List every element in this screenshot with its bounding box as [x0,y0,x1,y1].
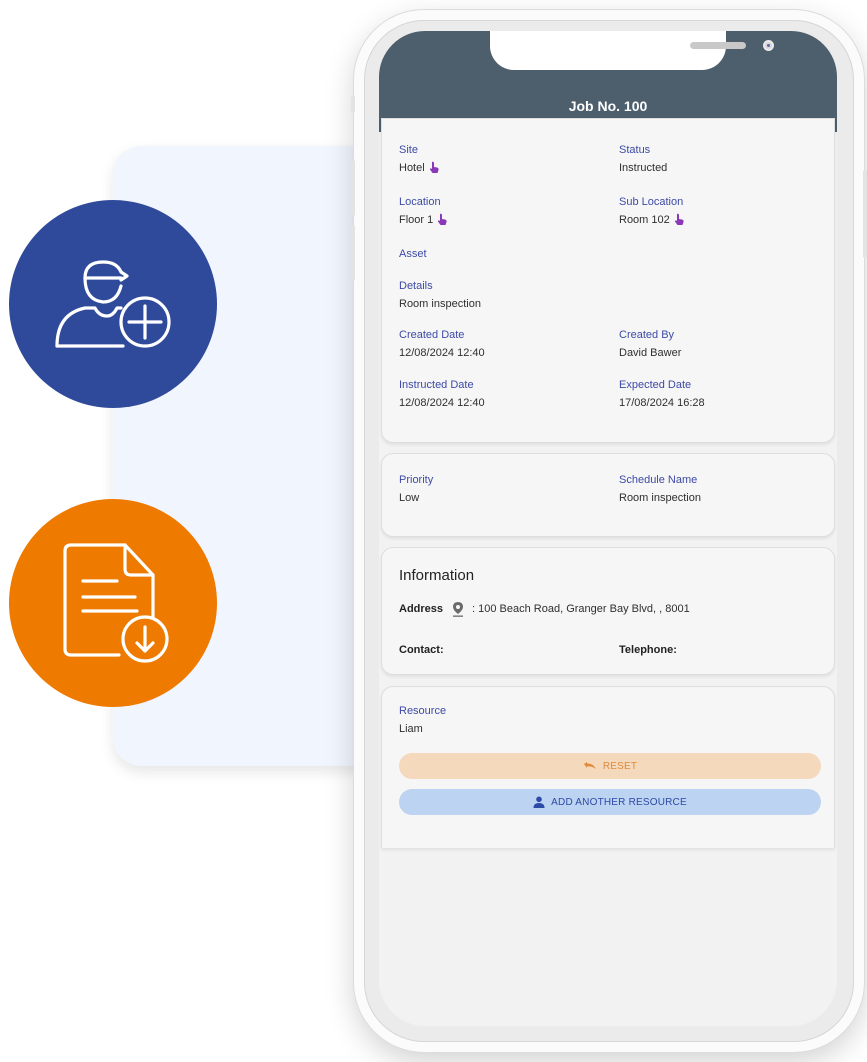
information-title: Information [399,567,475,584]
page-title: Job No. 100 [568,98,648,114]
document-download-icon [63,543,169,663]
reset-label: RESET [602,760,638,772]
add-user-icon [55,260,171,348]
pointer-icon[interactable] [428,161,440,175]
location-label: Location [399,196,441,208]
expected-date-label: Expected Date [619,379,692,391]
status-label: Status [619,144,651,156]
details-field: Details Room inspection [399,279,481,311]
person-icon [533,796,545,808]
location-value: Floor 1 [399,214,434,226]
sublocation-value: Room 102 [619,214,670,226]
sublocation-label: Sub Location [619,196,684,208]
site-label: Site [399,144,418,156]
reset-button[interactable]: RESET [399,753,821,779]
created-date-field: Created Date 12/08/2024 12:40 [399,328,485,360]
undo-icon [583,762,596,769]
resource-field: Resource Liam [399,704,446,736]
site-field: Site Hotel [399,143,440,175]
phone-notch [490,31,774,70]
priority-value: Low [399,492,420,504]
status-field: Status Instructed [619,143,667,175]
created-by-value: David Bawer [619,347,682,359]
resource-card: Resource Liam RESET ADD ANOTHER RESOURCE [381,686,835,848]
details-label: Details [399,280,433,292]
add-resource-button[interactable]: ADD ANOTHER RESOURCE [399,789,821,815]
pointer-icon[interactable] [436,213,448,227]
resource-value: Liam [399,723,423,735]
pointer-icon[interactable] [673,213,685,227]
asset-label: Asset [399,248,427,260]
address-label: Address [399,603,444,615]
instructed-date-value: 12/08/2024 12:40 [399,397,485,409]
instructed-date-field: Instructed Date 12/08/2024 12:40 [399,378,485,410]
resource-label: Resource [399,705,447,717]
contact-label: Contact: [399,644,444,656]
add-user-badge [9,200,217,408]
contact-row: Contact: [399,644,444,656]
sublocation-field: Sub Location Room 102 [619,195,685,227]
schedule-name-value: Room inspection [619,492,701,504]
information-card: Information Address : 100 Beach Road, Gr… [381,547,835,675]
expected-date-field: Expected Date 17/08/2024 16:28 [619,378,705,410]
telephone-row: Telephone: [619,644,677,656]
address-row: Address : 100 Beach Road, Granger Bay Bl… [399,601,690,617]
expected-date-value: 17/08/2024 16:28 [619,397,705,409]
created-date-value: 12/08/2024 12:40 [399,347,485,359]
camera [763,40,774,51]
schedule-card: Priority Low Schedule Name Room inspecti… [381,453,835,537]
instructed-date-label: Instructed Date [399,379,474,391]
site-value: Hotel [399,162,425,174]
add-resource-label: ADD ANOTHER RESOURCE [551,796,687,808]
priority-label: Priority [399,474,434,486]
app-screen: Job No. 100 Site Hotel Status Instructed [379,31,837,1026]
created-date-label: Created Date [399,329,465,341]
schedule-name-label: Schedule Name [619,474,698,486]
job-content: Site Hotel Status Instructed Location Fl… [379,118,837,1026]
asset-field: Asset [399,247,427,261]
created-by-field: Created By David Bawer [619,328,681,360]
telephone-label: Telephone: [619,644,677,656]
map-pin-icon[interactable] [452,601,464,617]
job-details-card: Site Hotel Status Instructed Location Fl… [381,118,835,443]
status-value: Instructed [619,162,668,174]
schedule-name-field: Schedule Name Room inspection [619,473,701,505]
created-by-label: Created By [619,329,675,341]
address-value: : 100 Beach Road, Granger Bay Blvd, , 80… [472,603,690,615]
priority-field: Priority Low [399,473,433,505]
speaker [690,42,746,49]
location-field: Location Floor 1 [399,195,448,227]
download-document-badge [9,499,217,707]
details-value: Room inspection [399,298,481,310]
